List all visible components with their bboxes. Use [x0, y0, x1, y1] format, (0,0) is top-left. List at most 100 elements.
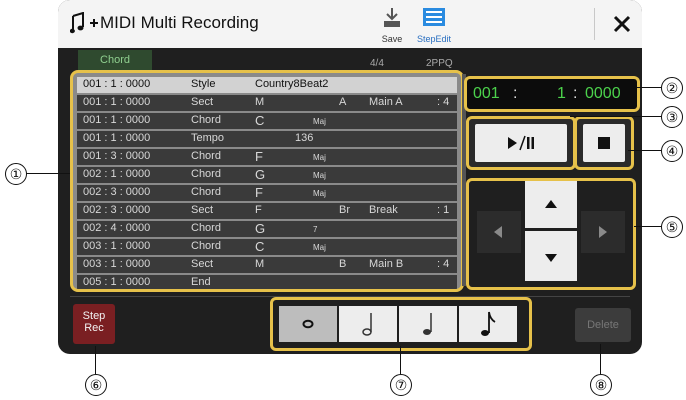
- tab-chord[interactable]: Chord: [78, 50, 152, 70]
- event-v3: Break: [369, 204, 398, 216]
- close-icon[interactable]: [606, 8, 638, 40]
- event-row[interactable]: 001 : 1 : 0000 Tempo 136: [77, 131, 457, 147]
- page-title: MIDI Multi Recording: [100, 13, 259, 32]
- play-pause-button[interactable]: [475, 124, 567, 162]
- title-bar: MIDI Multi Recording Save StepEdit: [58, 0, 642, 48]
- event-row[interactable]: 005 : 1 : 0000 End: [77, 275, 457, 289]
- step-rec-button[interactable]: Step Rec: [73, 304, 115, 344]
- event-pos: 001 : 1 : 0000: [83, 78, 151, 90]
- arrow-left-icon: [494, 226, 502, 238]
- step-rec-label-line2: Rec: [84, 322, 104, 334]
- counter-measure[interactable]: 001: [473, 85, 500, 103]
- event-row[interactable]: 001 : 1 : 0000 Chord C Maj: [77, 113, 457, 129]
- event-row[interactable]: 002 : 3 : 0000 Sect F Br Break: 1: [77, 203, 457, 219]
- list-edit-icon: [423, 8, 445, 26]
- note-half-button[interactable]: [339, 306, 397, 342]
- callout-1: ①: [5, 163, 27, 185]
- step-edit-button[interactable]: StepEdit: [414, 6, 454, 44]
- event-v1: C: [255, 113, 265, 128]
- event-row[interactable]: 002 : 3 : 0000 Chord F Maj: [77, 185, 457, 201]
- event-v2: Maj: [313, 189, 326, 198]
- event-list[interactable]: 001 : 1 : 0000 Style Country8Beat2 001 : 1 …: [70, 70, 464, 292]
- stop-icon: [598, 137, 610, 149]
- event-row[interactable]: 002 : 4 : 0000 Chord G 7: [77, 221, 457, 237]
- event-row[interactable]: 003 : 1 : 0000 Sect M B Main B: 4: [77, 257, 457, 273]
- callout-8-leader: [600, 344, 601, 374]
- midi-multi-recording-window: MIDI Multi Recording Save StepEdit Chord…: [58, 0, 642, 354]
- callout-6: ⑥: [85, 374, 107, 396]
- event-v2: Maj: [313, 171, 326, 180]
- play-pause-icon: [508, 135, 534, 151]
- delete-button[interactable]: Delete: [575, 308, 631, 342]
- event-row[interactable]: 001 : 1 : 0000 Style Country8Beat2: [77, 77, 457, 93]
- event-type: Chord: [191, 186, 221, 198]
- eighth-note-icon: [481, 311, 496, 336]
- play-pause-button-frame: [466, 116, 576, 170]
- note-eighth-button[interactable]: [459, 306, 517, 342]
- event-type: Sect: [191, 96, 214, 108]
- event-v1: M: [255, 96, 265, 108]
- counter-clock[interactable]: 0000: [585, 85, 621, 103]
- event-type: Chord: [191, 240, 221, 252]
- callout-5: ⑤: [661, 216, 683, 238]
- position-counter[interactable]: 001 : 1 : 0000: [464, 76, 640, 112]
- callout-8: ⑧: [590, 374, 612, 396]
- event-v1: F: [255, 185, 263, 200]
- cursor-down-button[interactable]: [525, 231, 577, 281]
- callout-4: ④: [661, 140, 683, 162]
- event-v2: Maj: [313, 153, 326, 162]
- event-v1: Country8Beat2: [255, 78, 329, 90]
- callout-2: ②: [661, 77, 683, 99]
- event-v1: M: [255, 258, 265, 270]
- cursor-right-button[interactable]: [581, 211, 625, 253]
- stop-button[interactable]: [583, 124, 625, 162]
- save-icon: [384, 8, 400, 27]
- event-v2: 7: [313, 225, 318, 234]
- event-v2: Maj: [313, 117, 326, 126]
- counter-colon-2: :: [573, 85, 578, 102]
- step-rec-label-line1: Step: [82, 310, 106, 322]
- event-v3: Main A: [369, 96, 403, 108]
- event-v4: : 4: [437, 258, 450, 270]
- save-button[interactable]: Save: [372, 6, 412, 44]
- callout-6-leader: [95, 346, 96, 374]
- cursor-pad: [466, 178, 636, 290]
- ppq-label: 2PPQ: [426, 58, 453, 69]
- event-type: Chord: [191, 150, 221, 162]
- quarter-note-icon: [423, 313, 432, 335]
- arrow-right-icon: [599, 226, 607, 238]
- music-note-icon: [70, 12, 98, 34]
- event-type: Sect: [191, 204, 214, 216]
- event-row[interactable]: 003 : 1 : 0000 Chord C Maj: [77, 239, 457, 255]
- event-pos: 002 : 1 : 0000: [83, 168, 151, 180]
- event-v1: F: [255, 149, 263, 164]
- event-type: Chord: [191, 114, 221, 126]
- callout-3: ③: [661, 106, 683, 128]
- event-pos: 001 : 1 : 0000: [83, 132, 151, 144]
- event-v2: B: [339, 258, 347, 270]
- stepedit-label: StepEdit: [416, 34, 452, 44]
- callout-3-leader: [570, 116, 661, 117]
- note-quarter-button[interactable]: [399, 306, 457, 342]
- arrow-up-icon: [545, 200, 557, 208]
- callout-2-leader: [637, 87, 661, 88]
- event-v1: C: [255, 239, 265, 254]
- stop-button-frame: [574, 116, 634, 170]
- counter-beat[interactable]: 1: [557, 85, 566, 103]
- cursor-left-button[interactable]: [477, 211, 521, 253]
- event-row[interactable]: 001 : 3 : 0000 Chord F Maj: [77, 149, 457, 165]
- event-pos: 001 : 3 : 0000: [83, 150, 151, 162]
- event-v2: Br: [339, 204, 350, 216]
- cursor-up-button[interactable]: [525, 181, 577, 228]
- event-v4: : 1: [437, 204, 450, 216]
- event-v2: A: [339, 96, 347, 108]
- note-length-selector: [270, 297, 532, 351]
- event-type: End: [191, 276, 211, 288]
- event-pos: 002 : 3 : 0000: [83, 186, 151, 198]
- event-row[interactable]: 001 : 1 : 0000 Sect M A Main A: 4: [77, 95, 457, 111]
- event-pos: 003 : 1 : 0000: [83, 258, 151, 270]
- callout-4-leader: [628, 150, 661, 151]
- event-v1: G: [255, 167, 266, 182]
- event-row[interactable]: 002 : 1 : 0000 Chord G Maj: [77, 167, 457, 183]
- note-whole-button[interactable]: [279, 306, 337, 342]
